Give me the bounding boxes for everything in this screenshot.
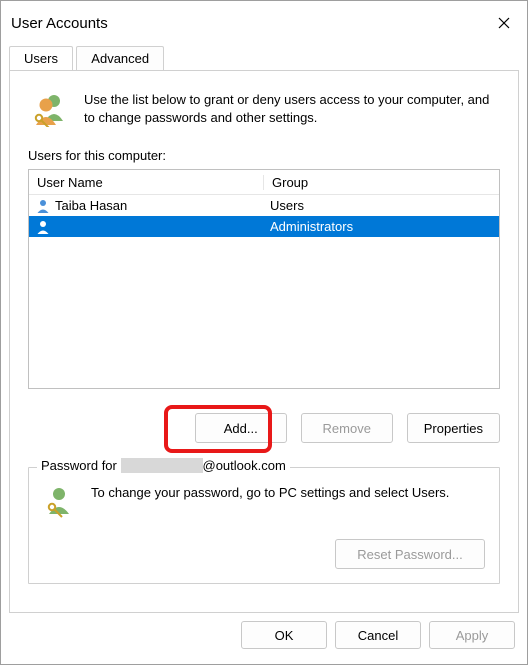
apply-button[interactable]: Apply	[429, 621, 515, 649]
table-row[interactable]: Administrators	[29, 216, 499, 237]
users-icon	[32, 91, 68, 130]
user-icon	[35, 198, 51, 214]
tab-strip: Users Advanced	[1, 45, 527, 71]
dialog-buttons: OK Cancel Apply	[1, 621, 527, 659]
ok-button[interactable]: OK	[241, 621, 327, 649]
password-legend: Password for @outlook.com	[37, 458, 290, 473]
cell-username: Taiba Hasan	[55, 198, 127, 213]
user-accounts-window: User Accounts Users Advanced	[0, 0, 528, 665]
users-actions: Add... Remove Properties	[28, 413, 500, 443]
cell-group: Users	[264, 198, 499, 213]
tab-page-users: Use the list below to grant or deny user…	[9, 71, 519, 613]
column-username[interactable]: User Name	[29, 175, 264, 190]
tab-users[interactable]: Users	[9, 46, 73, 70]
properties-button[interactable]: Properties	[407, 413, 500, 443]
password-legend-prefix: Password for	[41, 458, 117, 473]
user-icon	[35, 219, 51, 235]
intro-text: Use the list below to grant or deny user…	[84, 91, 500, 127]
cell-group: Administrators	[264, 219, 499, 234]
users-listbox[interactable]: User Name Group Taiba Hasan Users	[28, 169, 500, 389]
password-text: To change your password, go to PC settin…	[91, 484, 485, 502]
titlebar: User Accounts	[1, 1, 527, 45]
cancel-button[interactable]: Cancel	[335, 621, 421, 649]
remove-user-button[interactable]: Remove	[301, 413, 393, 443]
users-list-label: Users for this computer:	[28, 148, 500, 163]
add-user-button[interactable]: Add...	[195, 413, 287, 443]
reset-password-button[interactable]: Reset Password...	[335, 539, 485, 569]
close-button[interactable]	[481, 1, 527, 45]
close-icon	[498, 17, 510, 29]
tab-advanced[interactable]: Advanced	[76, 46, 164, 70]
redacted-username	[121, 458, 203, 473]
intro: Use the list below to grant or deny user…	[28, 87, 500, 148]
column-group[interactable]: Group	[264, 175, 499, 190]
password-groupbox: Password for @outlook.com To change your…	[28, 467, 500, 584]
users-list-header: User Name Group	[29, 170, 499, 195]
password-legend-suffix: @outlook.com	[203, 458, 286, 473]
key-user-icon	[43, 484, 77, 521]
table-row[interactable]: Taiba Hasan Users	[29, 195, 499, 216]
window-title: User Accounts	[11, 15, 481, 32]
